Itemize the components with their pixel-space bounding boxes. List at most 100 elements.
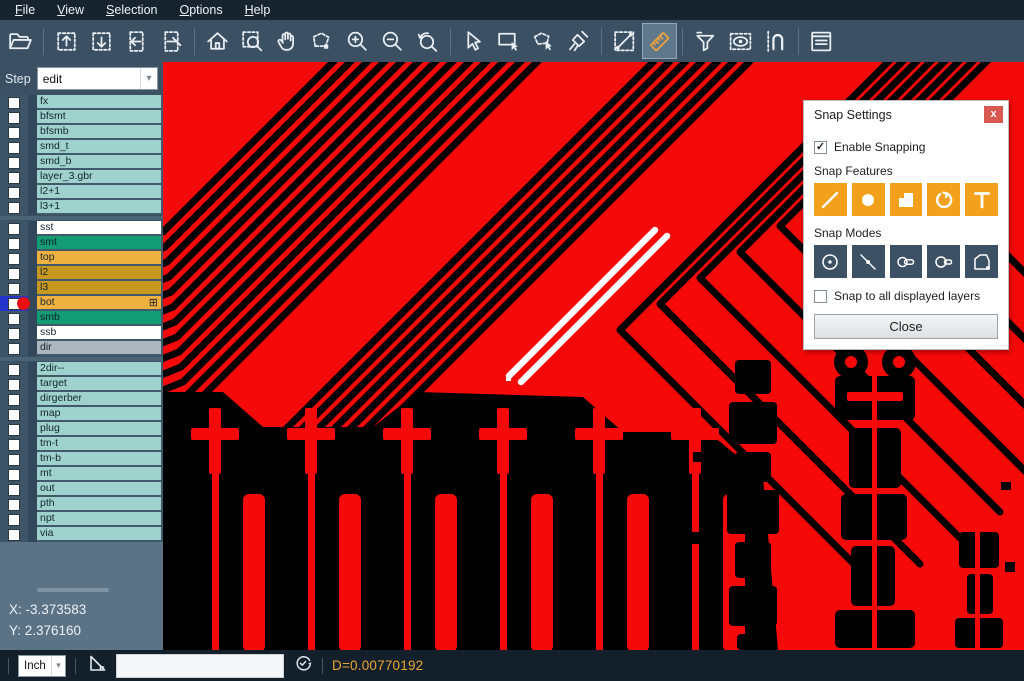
snap-surface-icon[interactable]	[890, 183, 923, 216]
scrollbar-thumb[interactable]	[37, 588, 109, 592]
pan-view-down-button[interactable]	[84, 23, 119, 59]
measure-point-to-point-button[interactable]	[607, 23, 642, 59]
layer-visibility-checkbox[interactable]	[0, 221, 28, 236]
pan-view-right-button[interactable]	[154, 23, 189, 59]
layer-label[interactable]: bfsmt	[37, 110, 163, 125]
layer-row[interactable]: smb	[0, 311, 163, 326]
layer-row[interactable]: out	[0, 482, 163, 497]
layer-label[interactable]: fx	[37, 95, 163, 110]
layer-row[interactable]: l3	[0, 281, 163, 296]
layer-label[interactable]: 2dir--	[37, 362, 163, 377]
layer-row[interactable]: map	[0, 407, 163, 422]
layer-label[interactable]: plug	[37, 422, 163, 437]
snap-arc-icon[interactable]	[927, 183, 960, 216]
layer-label[interactable]: layer_3.gbr	[37, 170, 163, 185]
snap-midpoint-icon[interactable]	[852, 245, 885, 278]
layer-visibility-checkbox[interactable]	[0, 236, 28, 251]
sync-check-icon[interactable]	[293, 653, 313, 678]
select-rectangle-button[interactable]	[491, 23, 526, 59]
layer-row[interactable]: dir	[0, 341, 163, 356]
snap-circle-icon[interactable]	[852, 183, 885, 216]
layer-visibility-checkbox[interactable]	[0, 377, 28, 392]
home-view-button[interactable]	[200, 23, 235, 59]
layer-visibility-checkbox[interactable]	[0, 527, 28, 542]
layer-visibility-checkbox[interactable]	[0, 437, 28, 452]
snap-contour-icon[interactable]	[965, 245, 998, 278]
select-cursor-button[interactable]	[456, 23, 491, 59]
pan-view-up-button[interactable]	[49, 23, 84, 59]
layer-label[interactable]: bfsmb	[37, 125, 163, 140]
layer-label[interactable]: l2	[37, 266, 163, 281]
layer-visibility-checkbox[interactable]	[0, 185, 28, 200]
layer-row[interactable]: smd_t	[0, 140, 163, 155]
dialog-close-icon[interactable]: x	[984, 106, 1003, 123]
layer-label[interactable]: map	[37, 407, 163, 422]
layer-label[interactable]: l3	[37, 281, 163, 296]
layer-visibility-checkbox[interactable]	[0, 392, 28, 407]
snap-slot-icon[interactable]	[890, 245, 923, 278]
step-select[interactable]: edit ▾	[37, 67, 158, 90]
snap-all-layers-checkbox[interactable]	[814, 290, 827, 303]
snap-settings-button[interactable]	[758, 23, 793, 59]
layer-label[interactable]: via	[37, 527, 163, 542]
layer-label[interactable]: npt	[37, 512, 163, 527]
layer-label[interactable]: sst	[37, 221, 163, 236]
dialog-titlebar[interactable]: Snap Settings x	[804, 101, 1008, 128]
pcb-canvas[interactable]: Snap Settings x ✓ Enable Snapping Snap F…	[163, 62, 1024, 650]
selection-filter-button[interactable]	[688, 23, 723, 59]
zoom-previous-button[interactable]	[410, 23, 445, 59]
layer-row[interactable]: ssb	[0, 326, 163, 341]
pan-hand-button[interactable]	[270, 23, 305, 59]
command-input[interactable]	[116, 654, 284, 678]
layer-label[interactable]: smt	[37, 236, 163, 251]
ruler-tool-button[interactable]	[642, 23, 677, 59]
layer-row[interactable]: sst	[0, 221, 163, 236]
snap-keyhole-icon[interactable]	[927, 245, 960, 278]
layer-visibility-checkbox[interactable]	[0, 422, 28, 437]
layer-visibility-checkbox[interactable]	[0, 155, 28, 170]
corner-angle-icon[interactable]	[85, 652, 107, 679]
layer-visibility-checkbox[interactable]	[0, 341, 28, 356]
layer-row[interactable]: bfsmb	[0, 125, 163, 140]
menu-item-options[interactable]: Options	[168, 1, 233, 19]
layer-label[interactable]: top	[37, 251, 163, 266]
close-button[interactable]: Close	[814, 314, 998, 339]
select-polygon-button[interactable]	[526, 23, 561, 59]
layer-visibility-checkbox[interactable]	[0, 266, 28, 281]
report-panel-button[interactable]	[804, 23, 839, 59]
layer-label[interactable]: target	[37, 377, 163, 392]
layer-row[interactable]: pth	[0, 497, 163, 512]
layer-visibility-checkbox[interactable]	[0, 452, 28, 467]
layer-row[interactable]: via	[0, 527, 163, 542]
units-select[interactable]: Inch ▾	[18, 655, 66, 677]
menu-item-selection[interactable]: Selection	[95, 1, 168, 19]
layer-visibility-checkbox[interactable]	[0, 311, 28, 326]
layer-label[interactable]: l3+1	[37, 200, 163, 215]
layer-label[interactable]: tm-t	[37, 437, 163, 452]
zoom-in-button[interactable]	[340, 23, 375, 59]
layer-label[interactable]: out	[37, 482, 163, 497]
layer-row[interactable]: plug	[0, 422, 163, 437]
layer-visibility-checkbox[interactable]	[0, 407, 28, 422]
enable-snapping-checkbox[interactable]: ✓	[814, 141, 827, 154]
snap-center-icon[interactable]	[814, 245, 847, 278]
layer-visibility-checkbox[interactable]	[0, 110, 28, 125]
layer-visibility-checkbox[interactable]	[0, 170, 28, 185]
zoom-window-button[interactable]	[235, 23, 270, 59]
layer-row[interactable]: layer_3.gbr	[0, 170, 163, 185]
layer-visibility-checkbox[interactable]	[0, 482, 28, 497]
zoom-out-button[interactable]	[375, 23, 410, 59]
layer-row[interactable]: mt	[0, 467, 163, 482]
pan-view-left-button[interactable]	[119, 23, 154, 59]
clear-selection-brush-button[interactable]	[561, 23, 596, 59]
layer-visibility-checkbox[interactable]	[0, 326, 28, 341]
layer-label[interactable]: mt	[37, 467, 163, 482]
layer-visibility-checkbox[interactable]	[0, 125, 28, 140]
layer-visibility-checkbox[interactable]	[0, 95, 28, 110]
layer-label[interactable]: smd_t	[37, 140, 163, 155]
layer-row[interactable]: l3+1	[0, 200, 163, 215]
layer-label[interactable]: bot⊞	[37, 296, 163, 311]
layer-row[interactable]: fx	[0, 95, 163, 110]
layer-row[interactable]: tm-b	[0, 452, 163, 467]
layer-visibility-checkbox[interactable]	[0, 512, 28, 527]
